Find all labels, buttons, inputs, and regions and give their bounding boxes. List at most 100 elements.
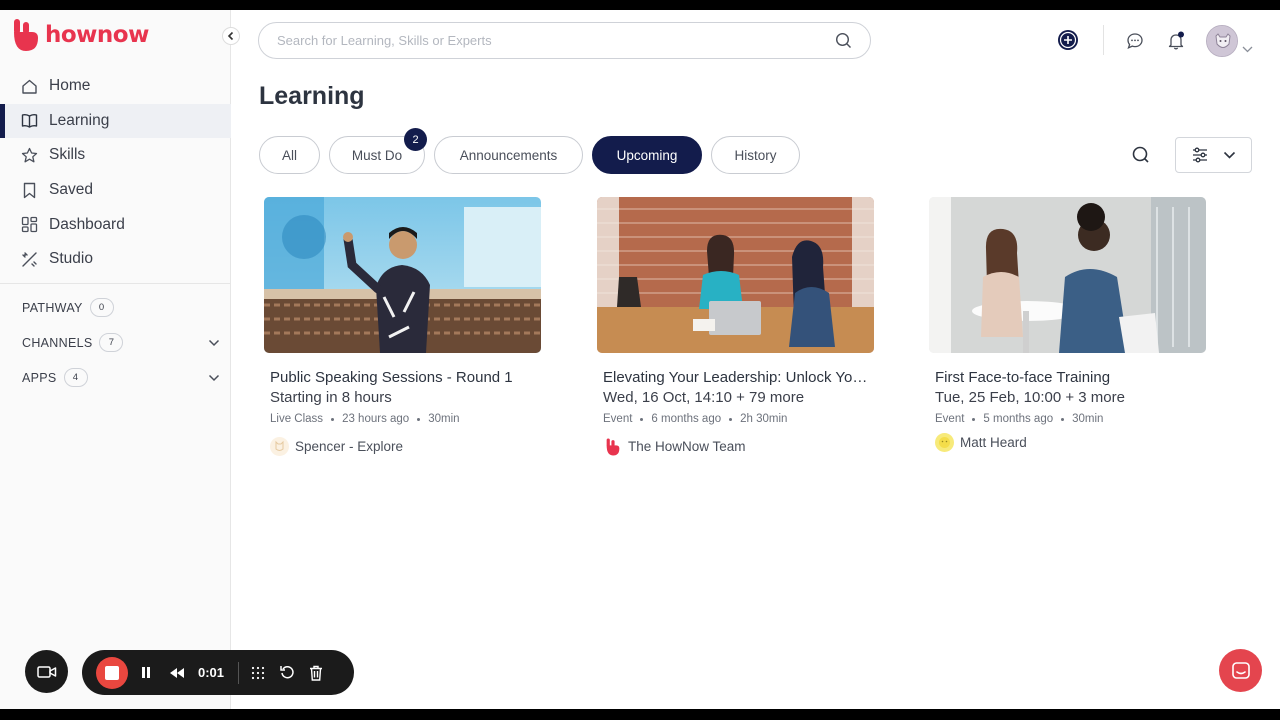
support-chat-button[interactable]	[1219, 649, 1262, 692]
tab-history[interactable]: History	[711, 136, 800, 174]
brand-logo[interactable]: hownow	[13, 18, 149, 52]
card-title[interactable]: Elevating Your Leadership: Unlock Your P…	[603, 369, 869, 386]
card-title[interactable]: Public Speaking Sessions - Round 1	[270, 369, 536, 386]
tab-label: Must Do	[351, 147, 403, 163]
tab-label: Announcements	[459, 147, 558, 163]
stop-recording-button[interactable]	[96, 656, 128, 689]
account-menu-toggle[interactable]	[1241, 44, 1253, 54]
public-speaking-photo	[264, 197, 541, 353]
drag-handle[interactable]	[245, 660, 271, 686]
page-title: Learning	[259, 82, 365, 110]
chevron-down-icon[interactable]	[208, 374, 220, 382]
delete-recording-button[interactable]	[303, 660, 329, 686]
sidebar-item-home[interactable]: Home	[0, 69, 231, 104]
chevron-down-icon	[1242, 46, 1252, 52]
sidebar: hownow Home Learning Skills Saved Dashbo…	[0, 10, 240, 709]
card-schedule: Starting in 8 hours	[270, 389, 392, 406]
learning-card[interactable]: Elevating Your Leadership: Unlock Your P…	[597, 197, 874, 456]
sidebar-item-dashboard[interactable]: Dashboard	[0, 207, 231, 242]
star-icon	[21, 147, 38, 164]
section-label: PATHWAY	[22, 300, 83, 315]
count-badge: 4	[63, 368, 88, 387]
separator-dot	[417, 417, 421, 421]
count-badge: 7	[99, 333, 124, 352]
sidebar-divider	[0, 283, 231, 284]
card-duration: 30min	[1072, 413, 1104, 425]
chevron-down-icon[interactable]	[208, 339, 220, 347]
card-time-ago: 23 hours ago	[342, 413, 410, 425]
filter-search-button[interactable]	[1130, 144, 1152, 166]
bell-icon	[1168, 31, 1184, 50]
sidebar-item-learning[interactable]: Learning	[0, 103, 231, 139]
brand-name: hownow	[45, 22, 149, 48]
rewind-button[interactable]	[164, 660, 190, 686]
card-thumbnail[interactable]	[597, 197, 874, 353]
separator-dot	[729, 417, 733, 421]
card-meta: Event 6 months ago 2h 30min	[603, 413, 874, 425]
create-button[interactable]	[1057, 29, 1079, 51]
sidebar-item-saved[interactable]: Saved	[0, 173, 231, 208]
learning-card[interactable]: First Face-to-face Training Tue, 25 Feb,…	[929, 197, 1206, 452]
author-name: Matt Heard	[960, 435, 1027, 450]
tab-label: Upcoming	[616, 147, 678, 163]
section-label: APPS	[22, 370, 57, 385]
learning-card[interactable]: Public Speaking Sessions - Round 1 Start…	[264, 197, 541, 456]
search-icon[interactable]	[835, 32, 852, 49]
card-author[interactable]: The HowNow Team	[603, 437, 874, 456]
sidebar-item-label: Skills	[49, 146, 86, 164]
collapse-sidebar-button[interactable]	[222, 27, 240, 45]
bookmark-icon	[21, 182, 38, 199]
chat-bubble-icon	[1127, 33, 1143, 50]
video-camera-icon	[36, 665, 56, 678]
messages-button[interactable]	[1125, 31, 1145, 51]
sidebar-item-label: Home	[49, 77, 91, 95]
card-thumbnail[interactable]	[264, 197, 541, 353]
chat-icon	[1231, 661, 1250, 679]
card-author[interactable]: Matt Heard	[935, 433, 1206, 452]
app-window: hownow Home Learning Skills Saved Dashbo…	[0, 10, 1280, 709]
tab-must-do[interactable]: Must Do 2	[329, 128, 427, 174]
card-thumbnail[interactable]	[929, 197, 1206, 353]
search-input[interactable]	[277, 33, 835, 48]
sidebar-item-label: Learning	[49, 111, 110, 129]
sidebar-section-pathway[interactable]: PATHWAY 0	[22, 298, 220, 317]
sidebar-section-apps[interactable]: APPS 4	[22, 368, 220, 387]
filter-button[interactable]	[1175, 137, 1252, 173]
card-type: Event	[935, 413, 965, 425]
sidebar-nav: Home Learning Skills Saved Dashboard Stu…	[0, 69, 231, 277]
sliders-icon	[1193, 147, 1207, 163]
tab-all[interactable]: All	[259, 136, 320, 174]
card-author[interactable]: Spencer - Explore	[270, 437, 541, 456]
notifications-button[interactable]	[1165, 30, 1187, 52]
author-name: Spencer - Explore	[295, 439, 404, 454]
sidebar-item-skills[interactable]: Skills	[0, 138, 231, 173]
card-time-ago: 6 months ago	[651, 413, 722, 425]
section-label: CHANNELS	[22, 335, 93, 350]
pause-button[interactable]	[133, 660, 159, 686]
chevron-down-icon	[1223, 151, 1236, 159]
face-to-face-training-photo	[929, 197, 1206, 353]
restart-button[interactable]	[274, 660, 300, 686]
leadership-meeting-photo	[597, 197, 874, 353]
book-icon	[21, 112, 38, 129]
sidebar-section-channels[interactable]: CHANNELS 7	[22, 333, 220, 352]
card-duration: 2h 30min	[740, 413, 788, 425]
stop-icon	[105, 665, 119, 680]
sidebar-item-studio[interactable]: Studio	[0, 242, 231, 277]
chevron-left-icon	[227, 31, 234, 41]
camera-toggle-button[interactable]	[25, 650, 68, 693]
dashboard-icon	[21, 216, 38, 233]
author-avatar	[603, 437, 622, 456]
sidebar-item-label: Saved	[49, 181, 93, 199]
card-type: Event	[603, 413, 633, 425]
author-name: The HowNow Team	[628, 439, 746, 454]
card-title[interactable]: First Face-to-face Training	[935, 369, 1201, 386]
plus-circle-icon	[1058, 30, 1078, 50]
count-badge: 0	[89, 298, 114, 317]
user-avatar[interactable]	[1206, 25, 1238, 57]
tab-upcoming[interactable]: Upcoming	[592, 136, 702, 174]
tab-label: All	[281, 147, 297, 163]
tab-announcements[interactable]: Announcements	[434, 136, 583, 174]
separator-dot	[331, 417, 335, 421]
learning-tabs: All Must Do 2 Announcements Upcoming His…	[259, 128, 800, 174]
